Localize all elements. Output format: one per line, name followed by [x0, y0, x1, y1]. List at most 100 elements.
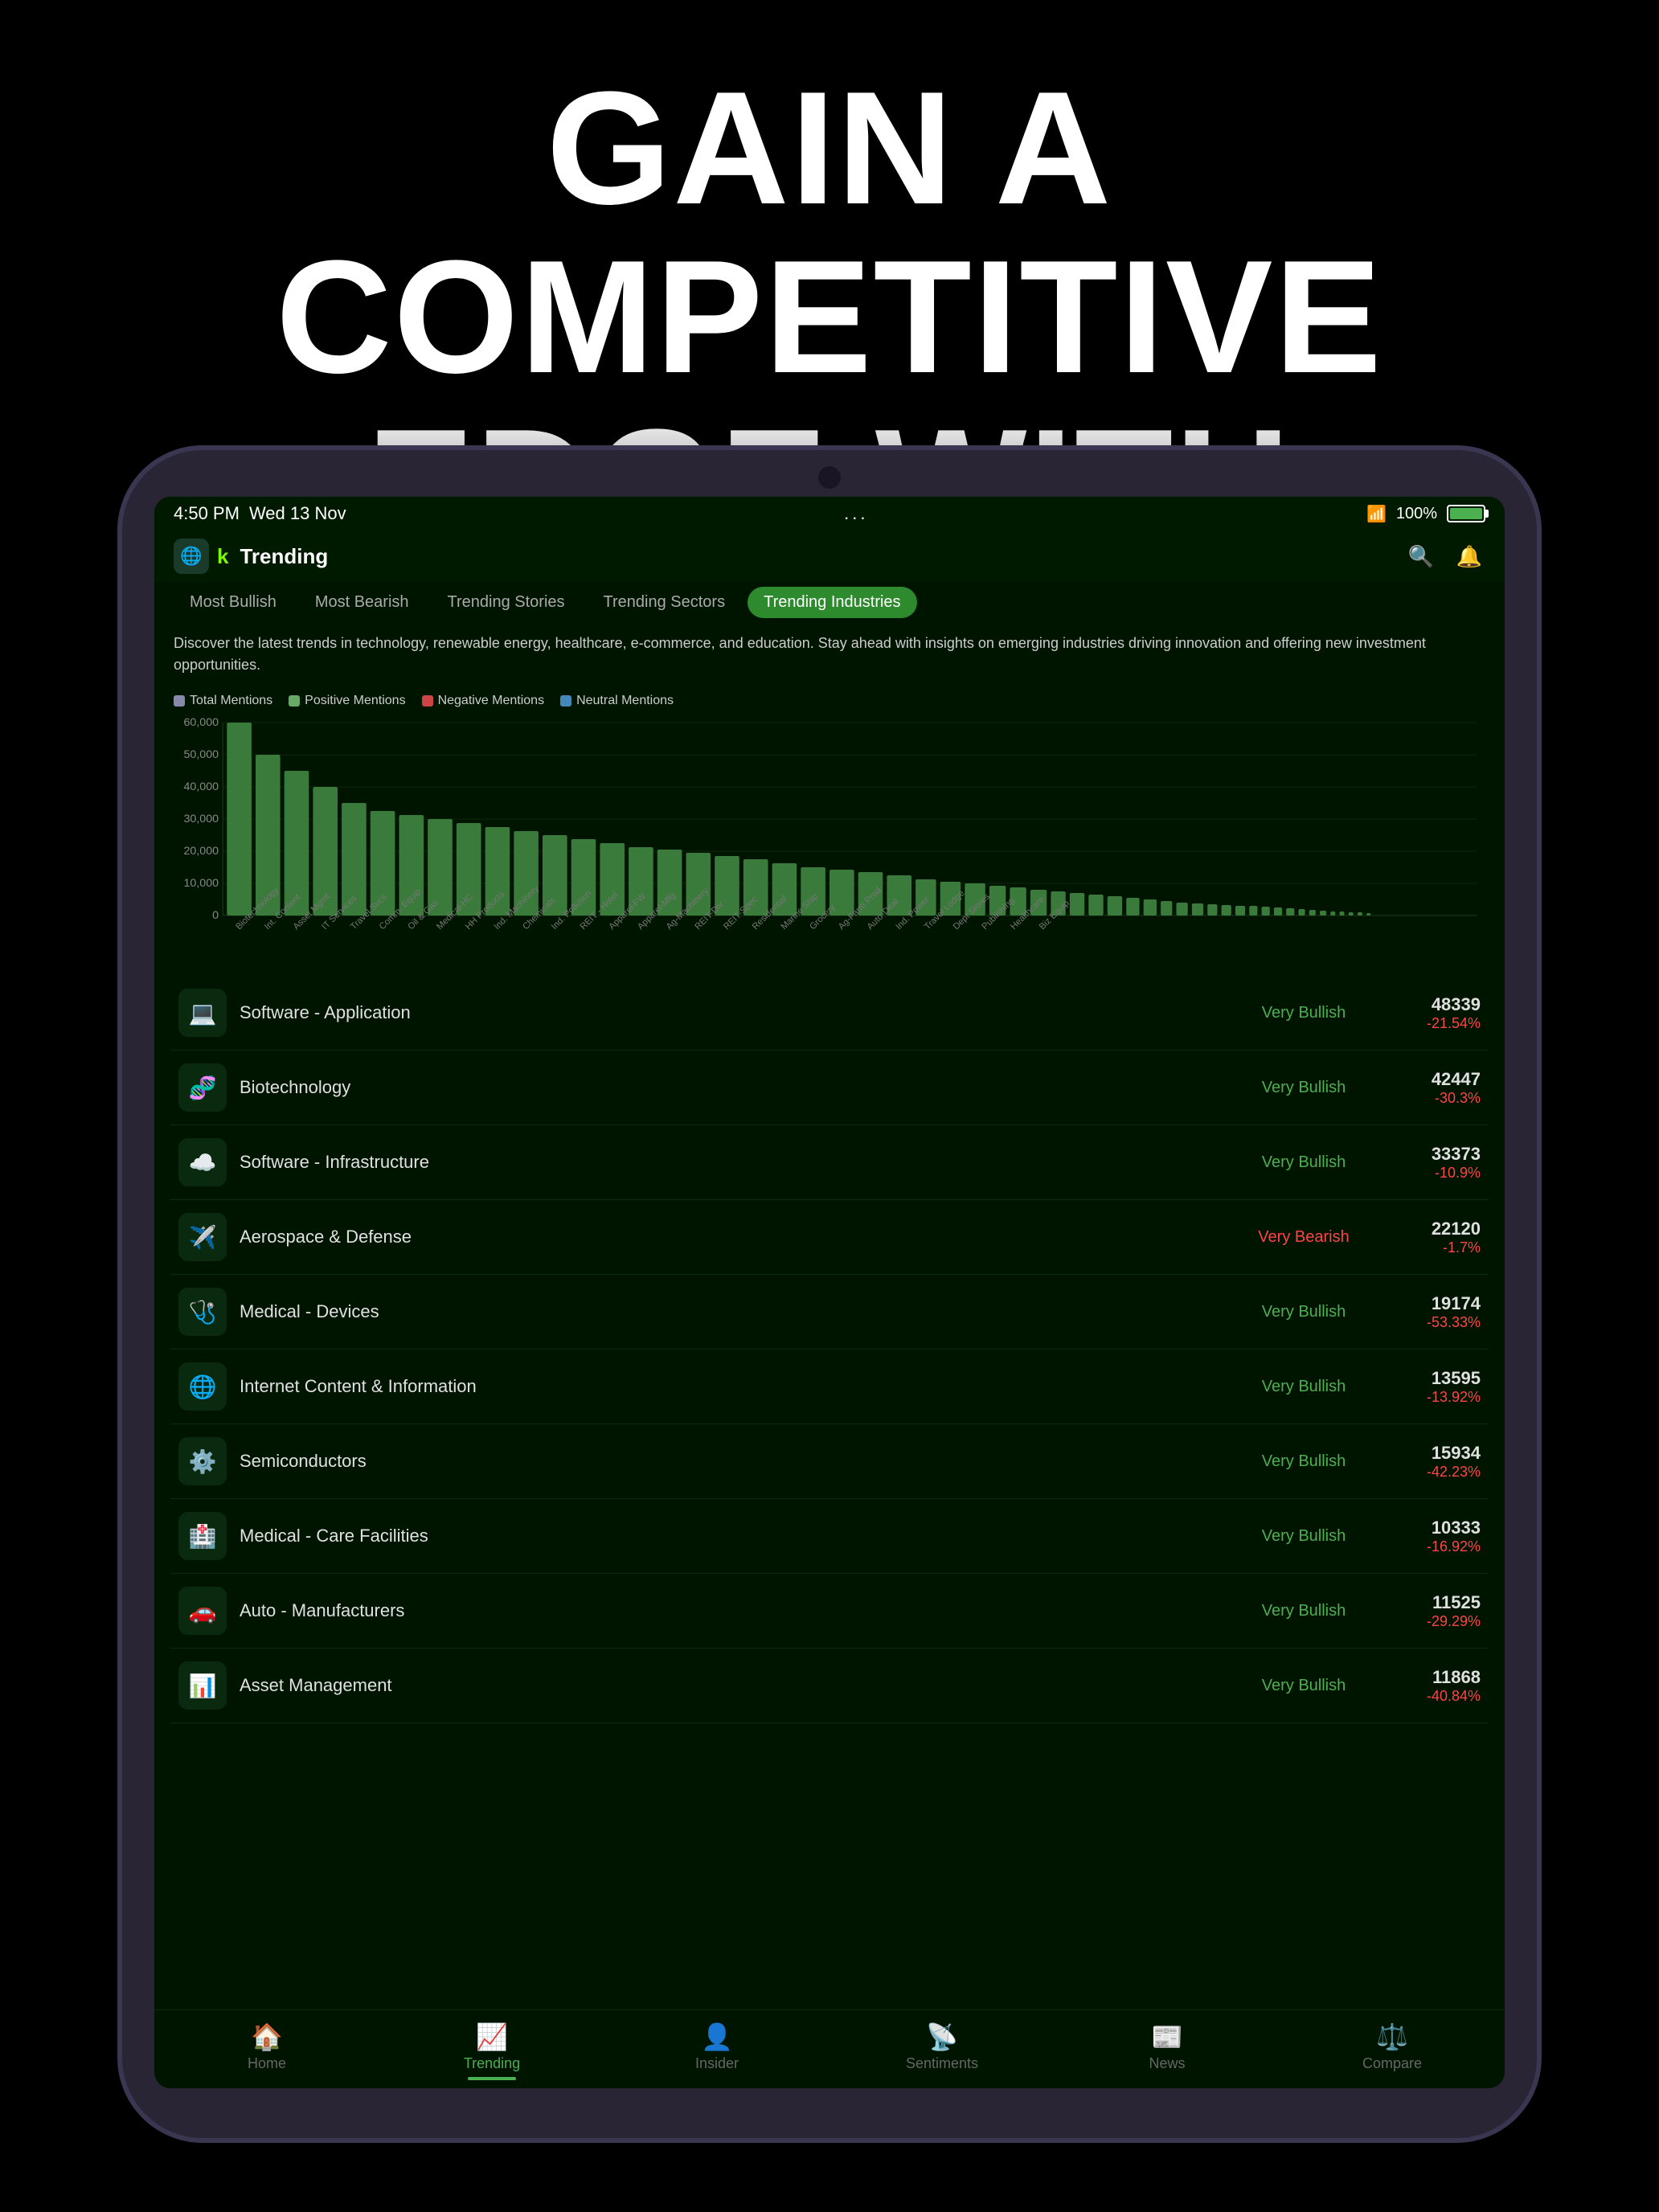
status-bar: 4:50 PM Wed 13 Nov ... 📶 100% [154, 497, 1505, 530]
bar-chart-svg: 60,000 50,000 40,000 30,000 20,000 10,00… [174, 715, 1485, 972]
industry-row[interactable]: 🚗 Auto - Manufacturers Very Bullish 1152… [170, 1574, 1489, 1649]
nav-label-sentiments: Sentiments [906, 2055, 978, 2072]
industry-icon: ☁️ [178, 1138, 227, 1186]
tab-most-bearish[interactable]: Most Bearish [299, 587, 425, 618]
industry-icon: 🚗 [178, 1587, 227, 1635]
industry-icon: 💻 [178, 989, 227, 1037]
industry-name: Software - Application [240, 1002, 1239, 1023]
industry-change: -10.9% [1384, 1165, 1481, 1182]
industry-stats: 22120 -1.7% [1384, 1219, 1481, 1256]
nav-icon-sentiments: 📡 [926, 2022, 958, 2052]
industry-change: -21.54% [1384, 1015, 1481, 1032]
nav-item-sentiments[interactable]: 📡 Sentiments [830, 2018, 1055, 2083]
industry-sentiment: Very Bullish [1239, 1677, 1368, 1695]
bottom-nav: 🏠 Home 📈 Trending 👤 Insider 📡 Sentiments… [154, 2009, 1505, 2088]
legend-dot-negative [422, 695, 433, 707]
industry-sentiment: Very Bullish [1239, 1004, 1368, 1022]
nav-icon-trending: 📈 [476, 2022, 508, 2052]
industry-stats: 11525 -29.29% [1384, 1592, 1481, 1630]
industry-name: Medical - Care Facilities [240, 1526, 1239, 1546]
industry-sentiment: Very Bearish [1239, 1228, 1368, 1247]
industry-row[interactable]: 💻 Software - Application Very Bullish 48… [170, 976, 1489, 1051]
industry-row[interactable]: 🏥 Medical - Care Facilities Very Bullish… [170, 1499, 1489, 1574]
industry-name: Software - Infrastructure [240, 1152, 1239, 1173]
industry-row[interactable]: 🌐 Internet Content & Information Very Bu… [170, 1350, 1489, 1424]
nav-icon-insider: 👤 [701, 2022, 733, 2052]
battery-fill [1450, 508, 1482, 519]
nav-label-news: News [1149, 2055, 1185, 2072]
header-icons: 🔍 🔔 [1405, 540, 1485, 572]
industry-row[interactable]: ✈️ Aerospace & Defense Very Bearish 2212… [170, 1200, 1489, 1275]
industry-count: 11525 [1384, 1592, 1481, 1613]
industry-change: -30.3% [1384, 1090, 1481, 1107]
nav-item-compare[interactable]: ⚖️ Compare [1280, 2018, 1505, 2083]
legend-negative: Negative Mentions [422, 694, 545, 708]
industry-name: Internet Content & Information [240, 1376, 1239, 1397]
status-time: 4:50 PM [174, 503, 240, 524]
industry-stats: 42447 -30.3% [1384, 1069, 1481, 1107]
industry-stats: 33373 -10.9% [1384, 1144, 1481, 1182]
industry-row[interactable]: ⚙️ Semiconductors Very Bullish 15934 -42… [170, 1424, 1489, 1499]
industry-name: Medical - Devices [240, 1301, 1239, 1322]
battery-pct: 100% [1396, 505, 1437, 523]
industry-icon: ⚙️ [178, 1437, 227, 1485]
industry-row[interactable]: 🧬 Biotechnology Very Bullish 42447 -30.3… [170, 1051, 1489, 1125]
industry-count: 22120 [1384, 1219, 1481, 1239]
industry-icon: 🧬 [178, 1063, 227, 1112]
nav-active-indicator [468, 2077, 516, 2080]
tab-trending-industries[interactable]: Trending Industries [748, 587, 916, 618]
section-title: Trending [240, 544, 1405, 569]
app-k-letter: k [217, 544, 228, 569]
industry-stats: 11868 -40.84% [1384, 1667, 1481, 1705]
industry-row[interactable]: ☁️ Software - Infrastructure Very Bullis… [170, 1125, 1489, 1200]
industry-sentiment: Very Bullish [1239, 1602, 1368, 1620]
industry-stats: 13595 -13.92% [1384, 1368, 1481, 1406]
nav-item-trending[interactable]: 📈 Trending [379, 2018, 604, 2083]
industry-name: Asset Management [240, 1675, 1239, 1696]
app-header: 🌐 k Trending 🔍 🔔 [154, 530, 1505, 582]
nav-icon-compare: ⚖️ [1376, 2022, 1408, 2052]
industry-sentiment: Very Bullish [1239, 1527, 1368, 1546]
tab-trending-sectors[interactable]: Trending Sectors [588, 587, 742, 618]
industry-row[interactable]: 📊 Asset Management Very Bullish 11868 -4… [170, 1649, 1489, 1723]
status-right: 📶 100% [1366, 504, 1485, 524]
legend-label-negative: Negative Mentions [438, 694, 545, 708]
tablet-screen: 4:50 PM Wed 13 Nov ... 📶 100% 🌐 k Trendi… [154, 497, 1505, 2088]
description-text: Discover the latest trends in technology… [154, 623, 1505, 686]
industry-change: -40.84% [1384, 1688, 1481, 1705]
industry-count: 11868 [1384, 1667, 1481, 1688]
search-icon[interactable]: 🔍 [1405, 540, 1437, 572]
legend-dot-neutral [560, 695, 571, 707]
industry-stats: 19174 -53.33% [1384, 1293, 1481, 1331]
tab-trending-stories[interactable]: Trending Stories [432, 587, 581, 618]
industry-sentiment: Very Bullish [1239, 1303, 1368, 1321]
nav-label-trending: Trending [464, 2055, 520, 2072]
industry-name: Semiconductors [240, 1451, 1239, 1472]
hero-line-1: GAIN A COMPETITIVE [276, 59, 1383, 407]
industry-row[interactable]: 🩺 Medical - Devices Very Bullish 19174 -… [170, 1275, 1489, 1350]
nav-item-insider[interactable]: 👤 Insider [604, 2018, 830, 2083]
industry-name: Auto - Manufacturers [240, 1600, 1239, 1621]
svg-text:60,000: 60,000 [183, 715, 219, 728]
nav-label-home: Home [248, 2055, 286, 2072]
industry-change: -13.92% [1384, 1389, 1481, 1406]
svg-text:20,000: 20,000 [183, 844, 219, 857]
legend-dot-total [174, 695, 185, 707]
nav-item-news[interactable]: 📰 News [1055, 2018, 1280, 2083]
nav-item-home[interactable]: 🏠 Home [154, 2018, 379, 2083]
tab-bar: Most Bullish Most Bearish Trending Stori… [154, 582, 1505, 623]
notification-icon[interactable]: 🔔 [1453, 540, 1485, 572]
industry-change: -16.92% [1384, 1538, 1481, 1555]
industry-change: -42.23% [1384, 1464, 1481, 1481]
industry-change: -53.33% [1384, 1314, 1481, 1331]
industry-count: 42447 [1384, 1069, 1481, 1090]
industry-icon: ✈️ [178, 1213, 227, 1261]
industry-count: 10333 [1384, 1518, 1481, 1538]
tab-most-bullish[interactable]: Most Bullish [174, 587, 293, 618]
legend-total: Total Mentions [174, 694, 272, 708]
industry-count: 33373 [1384, 1144, 1481, 1165]
industry-stats: 48339 -21.54% [1384, 994, 1481, 1032]
legend-dot-positive [289, 695, 300, 707]
industry-stats: 10333 -16.92% [1384, 1518, 1481, 1555]
svg-text:10,000: 10,000 [183, 876, 219, 889]
